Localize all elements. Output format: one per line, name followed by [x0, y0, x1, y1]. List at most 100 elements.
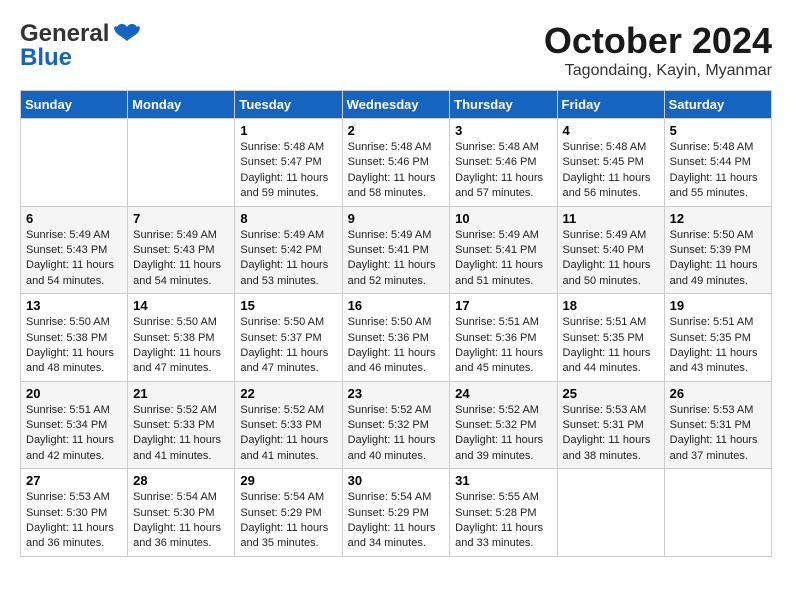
sunset-text: Sunset: 5:40 PM — [563, 243, 659, 258]
day-number: 13 — [26, 298, 122, 313]
sunset-text: Sunset: 5:36 PM — [455, 331, 551, 346]
day-number: 10 — [455, 211, 551, 226]
calendar-cell: 12Sunrise: 5:50 AMSunset: 5:39 PMDayligh… — [664, 206, 771, 294]
day-number: 14 — [133, 298, 229, 313]
day-number: 8 — [240, 211, 336, 226]
daylight-text: Daylight: 11 hours and 41 minutes. — [240, 433, 336, 464]
daylight-text: Daylight: 11 hours and 50 minutes. — [563, 258, 659, 289]
day-info: Sunrise: 5:50 AMSunset: 5:37 PMDaylight:… — [240, 315, 336, 377]
calendar-cell: 13 Sunrise: 5:50 AMSunset: 5:38 PMDayligh… — [21, 294, 128, 382]
day-info: Sunrise: 5:50 AMSunset: 5:38 PMDaylight:… — [26, 315, 122, 377]
daylight-text: Daylight: 11 hours and 56 minutes. — [563, 171, 659, 202]
sunrise-text: Sunrise: 5:51 AM — [670, 315, 766, 330]
sunset-text: Sunset: 5:46 PM — [455, 155, 551, 170]
sunrise-text: Sunrise: 5:50 AM — [133, 315, 229, 330]
day-number: 23 — [348, 386, 445, 401]
sunset-text: Sunset: 5:47 PM — [240, 155, 336, 170]
sunrise-text: Sunrise: 5:48 AM — [670, 140, 766, 155]
calendar-cell: 22Sunrise: 5:52 AMSunset: 5:33 PMDayligh… — [235, 381, 342, 469]
day-number: 16 — [348, 298, 445, 313]
day-info: Sunrise: 5:48 AMSunset: 5:45 PMDaylight:… — [563, 140, 659, 202]
daylight-text: Daylight: 11 hours and 36 minutes. — [133, 521, 229, 552]
day-info: Sunrise: 5:49 AMSunset: 5:42 PMDaylight:… — [240, 228, 336, 290]
title-block: October 2024 Tagondaing, Kayin, Myanmar — [544, 20, 772, 80]
day-info: Sunrise: 5:52 AMSunset: 5:33 PMDaylight:… — [133, 403, 229, 465]
sunset-text: Sunset: 5:43 PM — [133, 243, 229, 258]
sunset-text: Sunset: 5:36 PM — [348, 331, 445, 346]
day-number: 24 — [455, 386, 551, 401]
day-number: 18 — [563, 298, 659, 313]
calendar-week-3: 13 Sunrise: 5:50 AMSunset: 5:38 PMDayligh… — [21, 294, 772, 382]
calendar-cell: 16Sunrise: 5:50 AMSunset: 5:36 PMDayligh… — [342, 294, 450, 382]
calendar-week-1: 1Sunrise: 5:48 AMSunset: 5:47 PMDaylight… — [21, 119, 772, 207]
day-header-wednesday: Wednesday — [342, 91, 450, 119]
daylight-text: Daylight: 11 hours and 47 minutes. — [133, 346, 229, 377]
logo: General Blue — [20, 20, 141, 72]
sunrise-text: Sunrise: 5:50 AM — [348, 315, 445, 330]
calendar-cell: 2Sunrise: 5:48 AMSunset: 5:46 PMDaylight… — [342, 119, 450, 207]
sunset-text: Sunset: 5:32 PM — [455, 418, 551, 433]
sunrise-text: Sunrise: 5:49 AM — [455, 228, 551, 243]
day-info: Sunrise: 5:48 AMSunset: 5:47 PMDaylight:… — [240, 140, 336, 202]
day-number: 15 — [240, 298, 336, 313]
calendar-cell: 15 Sunrise: 5:50 AMSunset: 5:37 PMDayligh… — [235, 294, 342, 382]
day-info: Sunrise: 5:49 AMSunset: 5:41 PMDaylight:… — [455, 228, 551, 290]
daylight-text: Daylight: 11 hours and 36 minutes. — [26, 521, 122, 552]
day-number: 30 — [348, 473, 445, 488]
day-info: Sunrise: 5:52 AMSunset: 5:33 PMDaylight:… — [240, 403, 336, 465]
daylight-text: Daylight: 11 hours and 45 minutes. — [455, 346, 551, 377]
day-info: Sunrise: 5:49 AMSunset: 5:41 PMDaylight:… — [348, 228, 445, 290]
daylight-text: Daylight: 11 hours and 37 minutes. — [670, 433, 766, 464]
sunrise-text: Sunrise: 5:51 AM — [563, 315, 659, 330]
calendar-body: 1Sunrise: 5:48 AMSunset: 5:47 PMDaylight… — [21, 119, 772, 557]
day-header-friday: Friday — [557, 91, 664, 119]
day-info: Sunrise: 5:51 AMSunset: 5:35 PMDaylight:… — [670, 315, 766, 377]
day-info: Sunrise: 5:51 AMSunset: 5:34 PMDaylight:… — [26, 403, 122, 465]
day-info: Sunrise: 5:52 AMSunset: 5:32 PMDaylight:… — [455, 403, 551, 465]
sunrise-text: Sunrise: 5:54 AM — [240, 490, 336, 505]
day-number: 17 — [455, 298, 551, 313]
daylight-text: Daylight: 11 hours and 53 minutes. — [240, 258, 336, 289]
sunrise-text: Sunrise: 5:53 AM — [563, 403, 659, 418]
sunset-text: Sunset: 5:34 PM — [26, 418, 122, 433]
daylight-text: Daylight: 11 hours and 39 minutes. — [455, 433, 551, 464]
sunset-text: Sunset: 5:30 PM — [26, 506, 122, 521]
sunset-text: Sunset: 5:41 PM — [348, 243, 445, 258]
sunrise-text: Sunrise: 5:51 AM — [455, 315, 551, 330]
day-info: Sunrise: 5:55 AMSunset: 5:28 PMDaylight:… — [455, 490, 551, 552]
day-number: 7 — [133, 211, 229, 226]
daylight-text: Daylight: 11 hours and 47 minutes. — [240, 346, 336, 377]
sunset-text: Sunset: 5:33 PM — [133, 418, 229, 433]
daylight-text: Daylight: 11 hours and 58 minutes. — [348, 171, 445, 202]
month-title: October 2024 — [544, 20, 772, 62]
day-header-monday: Monday — [128, 91, 235, 119]
day-info: Sunrise: 5:54 AMSunset: 5:30 PMDaylight:… — [133, 490, 229, 552]
daylight-text: Daylight: 11 hours and 44 minutes. — [563, 346, 659, 377]
calendar-cell: 5Sunrise: 5:48 AMSunset: 5:44 PMDaylight… — [664, 119, 771, 207]
calendar-cell: 20Sunrise: 5:51 AMSunset: 5:34 PMDayligh… — [21, 381, 128, 469]
day-number: 26 — [670, 386, 766, 401]
calendar-cell: 19 Sunrise: 5:51 AMSunset: 5:35 PMDayligh… — [664, 294, 771, 382]
sunset-text: Sunset: 5:42 PM — [240, 243, 336, 258]
day-info: Sunrise: 5:51 AMSunset: 5:35 PMDaylight:… — [563, 315, 659, 377]
calendar-cell: 3Sunrise: 5:48 AMSunset: 5:46 PMDaylight… — [450, 119, 557, 207]
sunrise-text: Sunrise: 5:48 AM — [240, 140, 336, 155]
day-info: Sunrise: 5:49 AMSunset: 5:43 PMDaylight:… — [26, 228, 122, 290]
day-number: 27 — [26, 473, 122, 488]
sunrise-text: Sunrise: 5:52 AM — [133, 403, 229, 418]
sunset-text: Sunset: 5:31 PM — [670, 418, 766, 433]
calendar-cell: 7Sunrise: 5:49 AMSunset: 5:43 PMDaylight… — [128, 206, 235, 294]
day-info: Sunrise: 5:54 AMSunset: 5:29 PMDaylight:… — [348, 490, 445, 552]
calendar-cell: 1Sunrise: 5:48 AMSunset: 5:47 PMDaylight… — [235, 119, 342, 207]
calendar-cell: 11Sunrise: 5:49 AMSunset: 5:40 PMDayligh… — [557, 206, 664, 294]
calendar-cell: 4Sunrise: 5:48 AMSunset: 5:45 PMDaylight… — [557, 119, 664, 207]
daylight-text: Daylight: 11 hours and 33 minutes. — [455, 521, 551, 552]
day-number: 19 — [670, 298, 766, 313]
calendar-cell — [557, 469, 664, 557]
sunset-text: Sunset: 5:32 PM — [348, 418, 445, 433]
calendar-cell: 9Sunrise: 5:49 AMSunset: 5:41 PMDaylight… — [342, 206, 450, 294]
day-number: 2 — [348, 123, 445, 138]
page-header: General Blue October 2024 Tagondaing, Ka… — [20, 20, 772, 80]
day-number: 5 — [670, 123, 766, 138]
daylight-text: Daylight: 11 hours and 51 minutes. — [455, 258, 551, 289]
